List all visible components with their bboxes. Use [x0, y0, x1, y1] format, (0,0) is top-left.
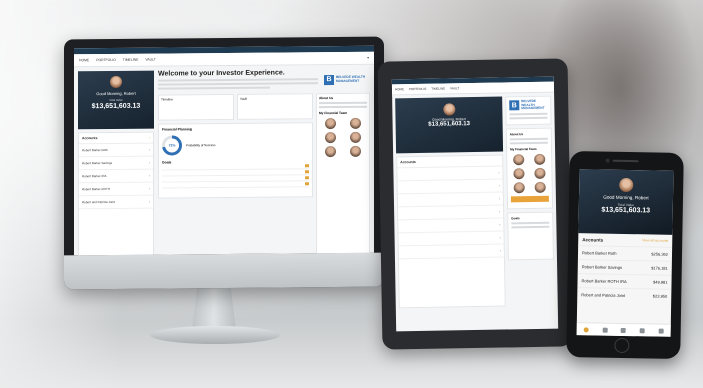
greeting: Good Morning, Robert [603, 194, 649, 201]
goal-row[interactable] [162, 181, 309, 189]
total-value: $13,651,603.13 [91, 102, 141, 111]
account-value: $256,362 [651, 251, 669, 257]
nav-portfolio[interactable]: PORTFOLIO [409, 87, 426, 91]
nav-home[interactable]: HOME [395, 87, 404, 91]
financial-planning-panel: Financial Planning 72% Probability of Su… [158, 122, 313, 199]
advisor-photo[interactable] [513, 181, 526, 193]
nav-portfolio[interactable]: PORTFOLIO [96, 58, 116, 62]
tablet-device: HOME PORTFOLIO TIMELINE VAULT Good Morni… [377, 58, 573, 350]
advisor-photo[interactable] [324, 118, 336, 130]
total-value-label: Total Value [109, 97, 123, 103]
welcome-heading: Welcome to your Investor Experience. [158, 69, 285, 78]
advisor-photo[interactable] [350, 145, 362, 157]
brand-logo: B BELVEDE WEALTH MANAGEMENT [324, 69, 370, 90]
nav-home[interactable]: HOME [79, 58, 89, 62]
avatar [619, 177, 634, 193]
brand-mark: B [509, 100, 520, 111]
total-value: $13,651,603.13 [428, 121, 471, 128]
brand-name: BELVEDE WEALTH MANAGEMENT [521, 98, 545, 111]
account-row[interactable]: Robert and Patricia Joint › [79, 195, 153, 210]
brand-name: BELVEDE WEALTH MANAGEMENT [336, 74, 366, 83]
greeting: Good Morning, Robert [96, 90, 136, 97]
about-team-panel: About Us My Financial Team [316, 92, 370, 255]
phone-screen: Good Morning, Robert Total Value $13,651… [576, 169, 674, 337]
timeline-card[interactable]: Timeline [158, 93, 234, 121]
avatar [442, 103, 455, 116]
advisor-photo[interactable] [324, 132, 336, 144]
account-name: Robert Barker Roth [581, 250, 617, 256]
more-tab-icon[interactable] [658, 328, 664, 334]
nav-vault[interactable]: VAULT [450, 86, 459, 90]
probability-label: Probability of Success [186, 143, 216, 148]
advisor-photo[interactable] [513, 153, 525, 165]
account-name: Robert Barker ROTH IRA [581, 278, 627, 285]
goals-panel: Goals [507, 211, 554, 260]
team-title: My Financial Team [319, 110, 348, 116]
vault-card[interactable]: Vault [237, 93, 313, 120]
account-value: $49,981 [653, 279, 668, 285]
account-row[interactable]: › [398, 244, 504, 260]
account-value: $23,950 [652, 293, 668, 299]
greeting-hero: Good Morning, Robert Total Value $13,651… [78, 70, 154, 130]
view-accounts-link[interactable]: › [149, 136, 150, 140]
advisor-photo[interactable] [534, 167, 546, 179]
advisor-photo[interactable] [324, 146, 336, 158]
desktop-monitor: HOME PORTFOLIO TIMELINE VAULT ▾ Good Mor… [64, 36, 384, 290]
advisor-photo[interactable] [513, 167, 525, 179]
about-panel: About Us My Financial Team [505, 127, 554, 209]
monitor-screen: HOME PORTFOLIO TIMELINE VAULT ▾ Good Mor… [74, 45, 374, 256]
tablet-screen: HOME PORTFOLIO TIMELINE VAULT Good Morni… [391, 76, 559, 332]
account-row[interactable]: Robert and Patricia Joint $23,950 [577, 287, 672, 303]
bottom-tab-bar [576, 322, 671, 337]
brand-card: B BELVEDE WEALTH MANAGEMENT [505, 95, 552, 126]
advisor-photo[interactable] [533, 153, 546, 165]
account-value: $176,181 [651, 265, 668, 271]
goals-title: Goals [511, 215, 520, 220]
account-row[interactable]: Robert Barker ROTH › [79, 182, 153, 197]
probability-donut: 72% [162, 135, 182, 156]
brand-mark: B [324, 74, 334, 85]
phone-device: Good Morning, Robert Total Value $13,651… [566, 151, 684, 359]
accounts-panel: Accounts › Robert Barker Roth › Robert Bar… [78, 131, 154, 256]
account-row[interactable]: Robert Barker Roth › [79, 143, 153, 158]
camera [605, 158, 610, 163]
advisor-photo[interactable] [534, 181, 546, 193]
monitor-base [150, 326, 280, 344]
speaker [612, 159, 639, 163]
home-button[interactable] [614, 337, 630, 354]
account-name: Robert Barker Savings [581, 264, 623, 270]
account-row[interactable]: Robert Barker Savings › [79, 156, 153, 171]
account-row[interactable]: Robert Barker IRA › [79, 169, 153, 184]
advisor-photo[interactable] [350, 131, 362, 143]
about-title: About Us [509, 131, 524, 136]
nav-vault[interactable]: VAULT [145, 58, 155, 62]
greeting-hero: Good Morning, Robert Total Value $13,651… [578, 169, 674, 235]
view-all-accounts-link[interactable]: View all accounts [642, 238, 668, 243]
home-tab-icon[interactable] [583, 326, 589, 332]
account-name: Robert and Patricia Joint [581, 292, 626, 299]
avatar [110, 75, 122, 88]
accounts-title: Accounts [582, 237, 604, 243]
accounts-panel: Accounts › › › › › › › [396, 154, 506, 309]
monitor-chin [64, 252, 384, 290]
contact-button[interactable] [510, 195, 549, 202]
nav-timeline[interactable]: TIMELINE [123, 58, 139, 62]
advisor-photo[interactable] [350, 117, 362, 129]
user-menu[interactable]: ▾ [367, 56, 369, 60]
greeting-hero: Good Morning, Robert $13,651,603.13 [395, 96, 504, 154]
accounts-title: Accounts [82, 136, 98, 141]
portfolio-tab-icon[interactable] [602, 327, 608, 333]
about-title: About Us [319, 96, 334, 101]
nav-timeline[interactable]: TIMELINE [431, 87, 445, 91]
accounts-title: Accounts [400, 160, 416, 165]
vault-tab-icon[interactable] [639, 327, 646, 333]
financial-planning-title: Financial Planning [162, 127, 192, 132]
timeline-tab-icon[interactable] [621, 327, 627, 333]
team-title: My Financial Team [510, 146, 537, 151]
